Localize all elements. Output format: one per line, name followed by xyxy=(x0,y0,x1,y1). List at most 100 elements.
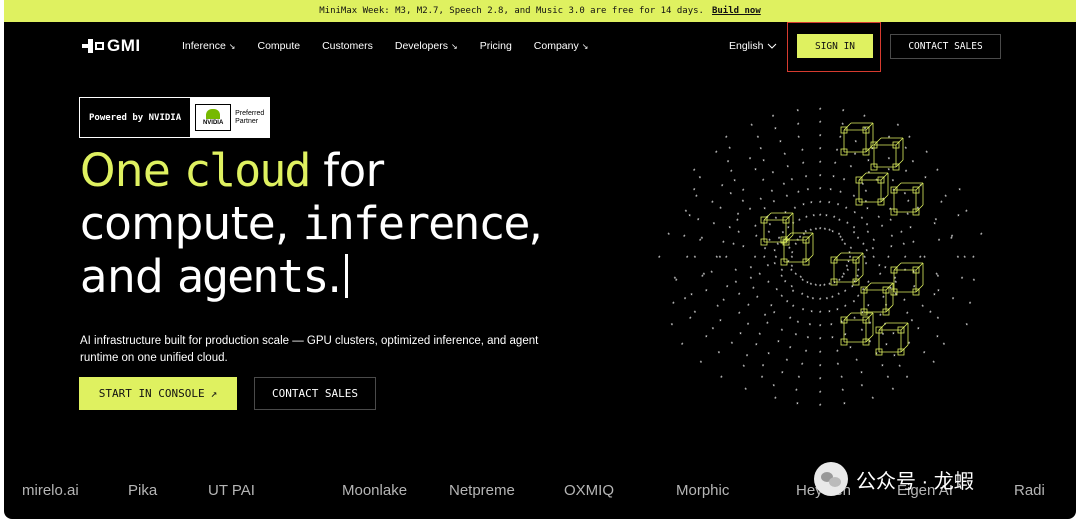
particle-dot: * xyxy=(764,247,767,253)
nav-customers-label: Customers xyxy=(322,40,373,52)
start-in-console-button[interactable]: START IN CONSOLE ↗ xyxy=(79,377,237,410)
particle-dot: * xyxy=(815,284,818,290)
particle-dot: * xyxy=(957,256,960,262)
particle-dot: * xyxy=(823,284,826,290)
particle-dot: * xyxy=(943,343,946,349)
gmi-logo[interactable]: GMI xyxy=(82,36,141,56)
particle-dot: * xyxy=(736,219,739,225)
particle-dot: * xyxy=(845,207,848,213)
particle-dot: * xyxy=(864,256,867,262)
particle-dot: * xyxy=(781,372,784,378)
partner-line-1: Preferred xyxy=(235,109,265,117)
contact-sales-nav-button[interactable]: CONTACT SALES xyxy=(890,34,1001,59)
particle-dot: * xyxy=(839,191,842,197)
particle-dot: * xyxy=(789,317,792,323)
particle-dot: * xyxy=(867,160,870,166)
particle-dot: * xyxy=(732,243,735,249)
particle-dot: * xyxy=(861,384,864,390)
contact-sales-hero-button[interactable]: CONTACT SALES xyxy=(254,377,376,410)
particle-dot: * xyxy=(730,170,733,176)
particle-dot: * xyxy=(697,218,700,224)
nav-developers[interactable]: Developers ↘ xyxy=(395,40,458,52)
particle-dot: * xyxy=(749,208,752,214)
customer-logo: Pika xyxy=(128,482,158,499)
particle-dot: * xyxy=(802,308,805,314)
particle-dot: * xyxy=(892,333,895,339)
particle-dot: * xyxy=(881,225,884,231)
wireframe-cube xyxy=(780,232,814,266)
build-now-link[interactable]: Build now xyxy=(712,6,761,16)
particle-dot: * xyxy=(686,256,689,262)
particle-dot: * xyxy=(867,304,870,310)
particle-dot: * xyxy=(782,231,785,237)
particle-dot: * xyxy=(719,256,722,262)
particle-dot: * xyxy=(760,148,763,154)
hero-period: . xyxy=(327,250,342,303)
particle-dot: * xyxy=(734,179,737,185)
particle-dot: * xyxy=(936,335,939,341)
particle-dot: * xyxy=(668,233,671,239)
particle-dot: * xyxy=(908,136,911,142)
particle-dot: * xyxy=(754,225,757,231)
particle-dot: * xyxy=(731,342,734,348)
particle-dot: * xyxy=(865,263,868,269)
particle-dot: * xyxy=(738,231,741,237)
particle-dot: * xyxy=(824,228,827,234)
particle-dot: * xyxy=(792,222,795,228)
particle-dot: * xyxy=(752,287,755,293)
hero-line-3: and agents. xyxy=(80,250,542,303)
promo-text: MiniMax Week: M3, M2.7, Speech 2.8, and … xyxy=(319,6,704,16)
hero-comma: , xyxy=(528,197,543,250)
particle-dot: * xyxy=(689,214,692,220)
particle-dot: * xyxy=(797,321,800,327)
particle-dot: * xyxy=(831,296,834,302)
particle-dot: * xyxy=(725,136,728,142)
particle-dot: * xyxy=(725,256,728,262)
particle-dot: * xyxy=(819,214,822,220)
particle-dot: * xyxy=(861,311,864,317)
language-selector[interactable]: English xyxy=(729,40,777,52)
particle-dot: * xyxy=(774,397,777,403)
particle-dot: * xyxy=(844,305,847,311)
particle-dot: * xyxy=(801,149,804,155)
particle-dot: * xyxy=(792,305,795,311)
particle-dot: * xyxy=(711,271,714,277)
particle-dot: * xyxy=(888,136,891,142)
powered-by-text: Powered by NVIDIA xyxy=(80,98,191,137)
nav-company[interactable]: Company ↘ xyxy=(534,40,589,52)
nav-compute[interactable]: Compute xyxy=(257,40,300,52)
particle-dot: * xyxy=(868,171,871,177)
nav-pricing[interactable]: Pricing xyxy=(480,40,512,52)
particle-dot: * xyxy=(727,161,730,167)
customer-logo: Radi xyxy=(1014,482,1045,499)
wechat-icon xyxy=(814,462,848,496)
sign-in-button[interactable]: SIGN IN xyxy=(797,34,873,58)
particle-dot: * xyxy=(841,376,844,382)
particle-dot: * xyxy=(849,346,852,352)
particle-dot: * xyxy=(885,344,888,350)
particle-dot: * xyxy=(830,188,833,194)
gmi-mark-icon xyxy=(82,39,104,53)
particle-dot: * xyxy=(951,235,954,241)
particle-dot: * xyxy=(781,295,784,301)
nvidia-eye-icon xyxy=(206,109,221,119)
arrow-down-right-icon: ↘ xyxy=(228,41,236,51)
particle-dot: * xyxy=(797,123,800,129)
particle-dot: * xyxy=(872,397,875,403)
particle-dot: * xyxy=(745,388,748,394)
particle-dot: * xyxy=(866,208,869,214)
particle-dot: * xyxy=(887,376,890,382)
particle-dot: * xyxy=(861,217,864,223)
nav-customers[interactable]: Customers xyxy=(322,40,373,52)
nav-inference[interactable]: Inference ↘ xyxy=(182,40,235,52)
particle-dot: * xyxy=(866,250,869,256)
particle-dot: * xyxy=(738,312,741,318)
particle-dot: * xyxy=(836,308,839,314)
particle-dot: * xyxy=(717,305,720,311)
particle-dot: * xyxy=(878,216,881,222)
particle-dot: * xyxy=(836,149,839,155)
particle-dot: * xyxy=(853,231,856,237)
particle-dot: * xyxy=(882,333,885,339)
particle-dot: * xyxy=(819,174,822,180)
particle-dot: * xyxy=(761,376,764,382)
